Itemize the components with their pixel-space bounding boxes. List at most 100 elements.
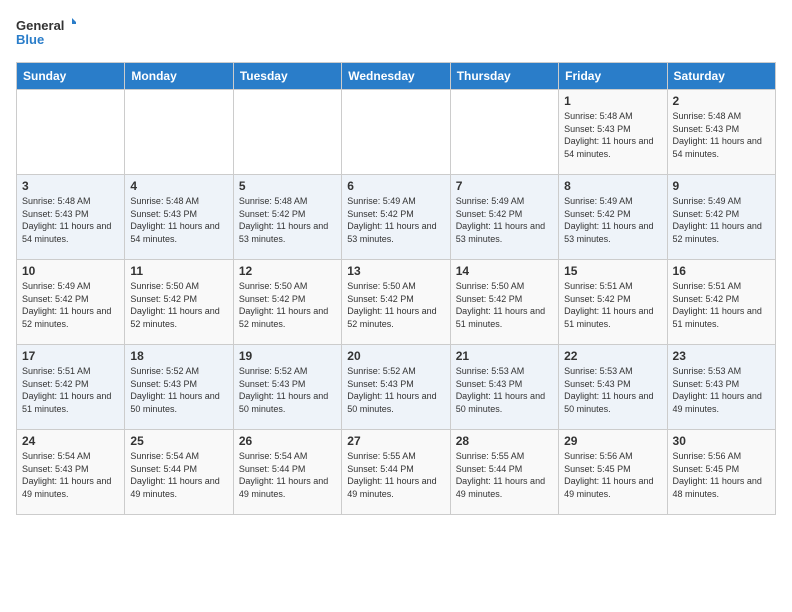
week-row-1: 1Sunrise: 5:48 AMSunset: 5:43 PMDaylight… [17,90,776,175]
weekday-header-monday: Monday [125,63,233,90]
day-number: 10 [22,264,119,278]
weekday-header-thursday: Thursday [450,63,558,90]
day-info: Sunrise: 5:54 AMSunset: 5:44 PMDaylight:… [239,450,336,500]
day-cell: 7Sunrise: 5:49 AMSunset: 5:42 PMDaylight… [450,175,558,260]
day-cell: 8 Sunrise: 5:49 AMSunset: 5:42 PMDaylight… [559,175,667,260]
logo-svg: General Blue [16,16,76,52]
day-info: Sunrise: 5:49 AMSunset: 5:42 PMDaylight:… [22,280,119,330]
day-cell: 11 Sunrise: 5:50 AMSunset: 5:42 PMDayligh… [125,260,233,345]
day-info: Sunrise: 5:48 AMSunset: 5:43 PMDaylight:… [564,110,661,160]
day-info: Sunrise: 5:53 AMSunset: 5:43 PMDaylight:… [673,365,770,415]
day-number: 7 [456,179,553,193]
day-info: Sunrise: 5:51 AMSunset: 5:42 PMDaylight:… [564,280,661,330]
svg-text:General: General [16,18,64,33]
day-cell: 24 Sunrise: 5:54 AMSunset: 5:43 PMDayligh… [17,430,125,515]
day-cell: 27 Sunrise: 5:55 AMSunset: 5:44 PMDayligh… [342,430,450,515]
day-cell [125,90,233,175]
day-info: Sunrise: 5:55 AMSunset: 5:44 PMDaylight:… [347,450,444,500]
day-number: 25 [130,434,227,448]
day-info: Sunrise: 5:49 AMSunset: 5:42 PMDaylight:… [564,195,661,245]
logo: General Blue [16,16,76,52]
day-info: Sunrise: 5:52 AMSunset: 5:43 PMDaylight:… [130,365,227,415]
day-number: 12 [239,264,336,278]
day-number: 11 [130,264,227,278]
day-cell: 17Sunrise: 5:51 AMSunset: 5:42 PMDayligh… [17,345,125,430]
day-cell: 28Sunrise: 5:55 AMSunset: 5:44 PMDayligh… [450,430,558,515]
day-cell: 15 Sunrise: 5:51 AMSunset: 5:42 PMDayligh… [559,260,667,345]
weekday-header-sunday: Sunday [17,63,125,90]
day-number: 29 [564,434,661,448]
day-info: Sunrise: 5:50 AMSunset: 5:42 PMDaylight:… [130,280,227,330]
day-number: 13 [347,264,444,278]
day-cell [17,90,125,175]
day-info: Sunrise: 5:48 AMSunset: 5:43 PMDaylight:… [130,195,227,245]
day-cell [233,90,341,175]
day-number: 4 [130,179,227,193]
day-cell: 2 Sunrise: 5:48 AMSunset: 5:43 PMDaylight… [667,90,775,175]
day-info: Sunrise: 5:49 AMSunset: 5:42 PMDaylight:… [673,195,770,245]
day-cell: 3 Sunrise: 5:48 AMSunset: 5:43 PMDaylight… [17,175,125,260]
day-number: 30 [673,434,770,448]
week-row-5: 24 Sunrise: 5:54 AMSunset: 5:43 PMDayligh… [17,430,776,515]
day-cell: 12 Sunrise: 5:50 AMSunset: 5:42 PMDayligh… [233,260,341,345]
day-number: 18 [130,349,227,363]
day-info: Sunrise: 5:48 AMSunset: 5:42 PMDaylight:… [239,195,336,245]
day-info: Sunrise: 5:49 AMSunset: 5:42 PMDaylight:… [347,195,444,245]
day-info: Sunrise: 5:51 AMSunset: 5:42 PMDaylight:… [673,280,770,330]
day-info: Sunrise: 5:54 AMSunset: 5:44 PMDaylight:… [130,450,227,500]
day-cell: 5 Sunrise: 5:48 AMSunset: 5:42 PMDaylight… [233,175,341,260]
day-info: Sunrise: 5:56 AMSunset: 5:45 PMDaylight:… [673,450,770,500]
week-row-2: 3 Sunrise: 5:48 AMSunset: 5:43 PMDaylight… [17,175,776,260]
weekday-header-saturday: Saturday [667,63,775,90]
day-number: 2 [673,94,770,108]
day-info: Sunrise: 5:53 AMSunset: 5:43 PMDaylight:… [564,365,661,415]
day-number: 28 [456,434,553,448]
day-info: Sunrise: 5:52 AMSunset: 5:43 PMDaylight:… [239,365,336,415]
day-info: Sunrise: 5:50 AMSunset: 5:42 PMDaylight:… [456,280,553,330]
day-info: Sunrise: 5:48 AMSunset: 5:43 PMDaylight:… [673,110,770,160]
week-row-4: 17Sunrise: 5:51 AMSunset: 5:42 PMDayligh… [17,345,776,430]
day-cell: 9Sunrise: 5:49 AMSunset: 5:42 PMDaylight… [667,175,775,260]
day-cell: 16 Sunrise: 5:51 AMSunset: 5:42 PMDayligh… [667,260,775,345]
calendar: SundayMondayTuesdayWednesdayThursdayFrid… [16,62,776,515]
day-cell [342,90,450,175]
day-cell: 30 Sunrise: 5:56 AMSunset: 5:45 PMDayligh… [667,430,775,515]
day-cell: 6 Sunrise: 5:49 AMSunset: 5:42 PMDaylight… [342,175,450,260]
page-header: General Blue [16,16,776,52]
day-info: Sunrise: 5:50 AMSunset: 5:42 PMDaylight:… [239,280,336,330]
day-number: 3 [22,179,119,193]
svg-text:Blue: Blue [16,32,44,47]
weekday-header-row: SundayMondayTuesdayWednesdayThursdayFrid… [17,63,776,90]
day-number: 8 [564,179,661,193]
day-cell: 1Sunrise: 5:48 AMSunset: 5:43 PMDaylight… [559,90,667,175]
day-number: 24 [22,434,119,448]
day-number: 21 [456,349,553,363]
day-info: Sunrise: 5:50 AMSunset: 5:42 PMDaylight:… [347,280,444,330]
day-cell: 19Sunrise: 5:52 AMSunset: 5:43 PMDayligh… [233,345,341,430]
day-cell: 23 Sunrise: 5:53 AMSunset: 5:43 PMDayligh… [667,345,775,430]
day-cell: 26 Sunrise: 5:54 AMSunset: 5:44 PMDayligh… [233,430,341,515]
day-number: 26 [239,434,336,448]
weekday-header-wednesday: Wednesday [342,63,450,90]
weekday-header-friday: Friday [559,63,667,90]
day-number: 15 [564,264,661,278]
day-info: Sunrise: 5:54 AMSunset: 5:43 PMDaylight:… [22,450,119,500]
day-number: 6 [347,179,444,193]
day-info: Sunrise: 5:48 AMSunset: 5:43 PMDaylight:… [22,195,119,245]
day-cell: 18 Sunrise: 5:52 AMSunset: 5:43 PMDayligh… [125,345,233,430]
weekday-header-tuesday: Tuesday [233,63,341,90]
day-cell: 10 Sunrise: 5:49 AMSunset: 5:42 PMDayligh… [17,260,125,345]
day-number: 14 [456,264,553,278]
day-info: Sunrise: 5:56 AMSunset: 5:45 PMDaylight:… [564,450,661,500]
day-number: 22 [564,349,661,363]
day-number: 23 [673,349,770,363]
day-cell: 29 Sunrise: 5:56 AMSunset: 5:45 PMDayligh… [559,430,667,515]
day-number: 5 [239,179,336,193]
day-number: 27 [347,434,444,448]
day-info: Sunrise: 5:52 AMSunset: 5:43 PMDaylight:… [347,365,444,415]
day-cell: 21 Sunrise: 5:53 AMSunset: 5:43 PMDayligh… [450,345,558,430]
week-row-3: 10 Sunrise: 5:49 AMSunset: 5:42 PMDayligh… [17,260,776,345]
day-cell: 4 Sunrise: 5:48 AMSunset: 5:43 PMDaylight… [125,175,233,260]
day-info: Sunrise: 5:53 AMSunset: 5:43 PMDaylight:… [456,365,553,415]
day-number: 16 [673,264,770,278]
